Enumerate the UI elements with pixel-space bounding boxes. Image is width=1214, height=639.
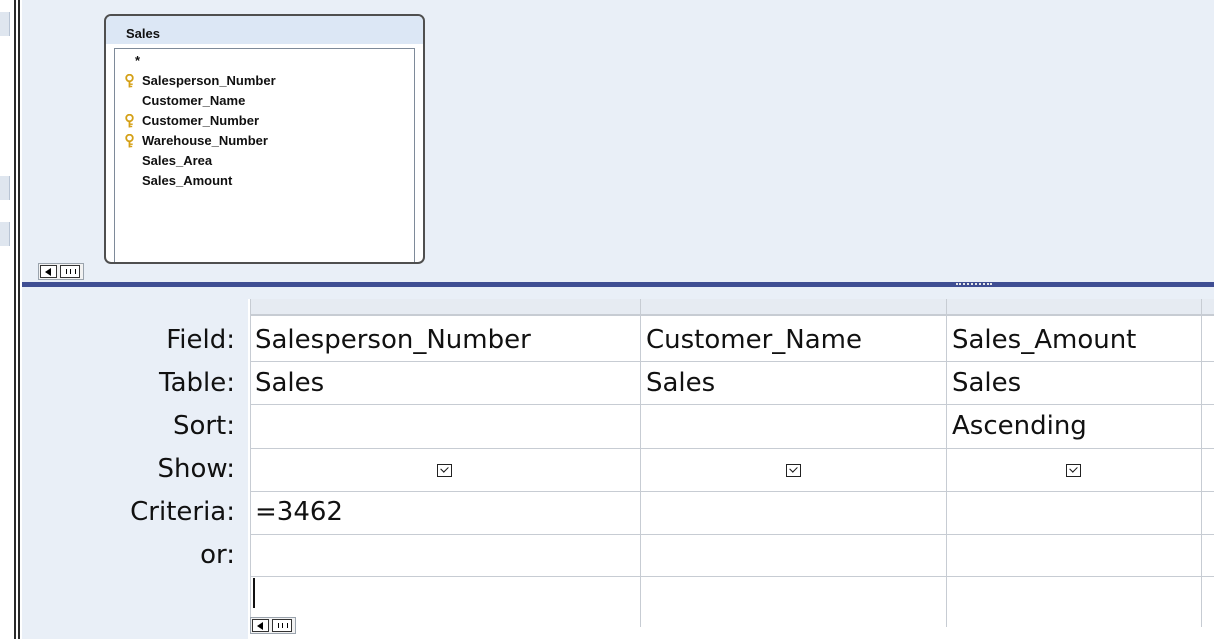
field-list-title[interactable]: Sales — [106, 16, 423, 44]
field-list-item-label: Salesperson_Number — [142, 73, 276, 88]
show-checkbox-2[interactable] — [786, 464, 801, 477]
scroll-thumb-grip-icon[interactable] — [60, 265, 80, 278]
show-checkbox-3[interactable] — [1066, 464, 1081, 477]
field-cell-2[interactable]: Customer_Name — [646, 324, 945, 356]
scroll-left-arrow-icon[interactable] — [40, 265, 57, 278]
column-selector[interactable] — [1202, 299, 1214, 315]
window-border — [14, 0, 16, 639]
field-list-item-label: Customer_Name — [142, 93, 246, 108]
grid-line — [250, 448, 1214, 449]
column-selector[interactable] — [947, 299, 1201, 315]
table-pane: Sales * Salesperson_Number Customer_Name… — [22, 0, 1214, 282]
nav-pane-tab[interactable] — [0, 12, 10, 36]
text-caret — [253, 578, 255, 608]
column-selector[interactable] — [250, 299, 640, 315]
criteria-cell-3[interactable] — [952, 496, 1200, 528]
design-grid-pane: Field: Table: Sort: Show: Criteria: or: … — [22, 287, 1214, 639]
scroll-thumb-grip-icon[interactable] — [272, 619, 292, 632]
row-label-show: Show: — [157, 454, 236, 484]
grid-line — [250, 491, 1214, 492]
grid-line — [250, 404, 1214, 405]
grid-line — [250, 315, 1214, 316]
grid-line — [250, 299, 251, 627]
nav-pane-tab[interactable] — [0, 222, 10, 246]
grid-line — [250, 361, 1214, 362]
field-list-item-salesperson-number[interactable]: Salesperson_Number — [121, 71, 414, 91]
grid-line — [640, 299, 641, 627]
field-list-item-sales-area[interactable]: Sales_Area — [121, 151, 414, 171]
field-list-item-label: Sales_Area — [142, 153, 213, 168]
sales-table-field-list[interactable]: Sales * Salesperson_Number Customer_Name… — [104, 14, 425, 264]
design-grid-horizontal-scrollbar[interactable] — [250, 617, 296, 634]
scroll-left-arrow-icon[interactable] — [252, 619, 269, 632]
or-cell-1[interactable] — [255, 539, 639, 571]
window-border — [18, 0, 20, 639]
nav-pane-tab[interactable] — [0, 176, 10, 200]
criteria-cell-2[interactable] — [646, 496, 945, 528]
sort-cell-1[interactable] — [255, 410, 639, 442]
grid-line — [1201, 299, 1202, 627]
grid-line — [250, 576, 1214, 577]
table-cell-1[interactable]: Sales — [255, 367, 639, 399]
table-pane-horizontal-scrollbar[interactable] — [38, 263, 84, 280]
criteria-cell-1[interactable]: =3462 — [255, 496, 639, 528]
grid-line — [250, 534, 1214, 535]
grid-line — [946, 299, 947, 627]
table-cell-2[interactable]: Sales — [646, 367, 945, 399]
row-label-table: Table: — [159, 368, 235, 398]
field-cell-1[interactable]: Salesperson_Number — [255, 324, 639, 356]
field-list-item-warehouse-number[interactable]: Warehouse_Number — [121, 131, 414, 151]
key-icon — [125, 74, 134, 88]
field-list-item-customer-number[interactable]: Customer_Number — [121, 111, 414, 131]
field-list-item-customer-name[interactable]: Customer_Name — [121, 91, 414, 111]
key-icon — [125, 114, 134, 128]
field-list-item-all[interactable]: * — [121, 51, 414, 71]
table-cell-3[interactable]: Sales — [952, 367, 1200, 399]
or-cell-3[interactable] — [952, 539, 1200, 571]
field-cell-3[interactable]: Sales_Amount — [952, 324, 1200, 356]
row-label-or: or: — [200, 540, 235, 570]
sort-cell-3[interactable]: Ascending — [952, 410, 1200, 442]
field-list-item-label: Sales_Amount — [142, 173, 233, 188]
sort-cell-2[interactable] — [646, 410, 945, 442]
column-selector[interactable] — [641, 299, 946, 315]
row-label-field: Field: — [166, 325, 235, 355]
field-list-item-label: Customer_Number — [142, 113, 260, 128]
splitter-grip-icon[interactable] — [956, 283, 992, 286]
row-label-criteria: Criteria: — [130, 497, 235, 527]
field-list-item-label: Warehouse_Number — [142, 133, 268, 148]
key-icon — [125, 134, 134, 148]
window-left-edge — [0, 0, 22, 639]
field-list-item-label: * — [135, 53, 141, 68]
row-label-sort: Sort: — [172, 411, 235, 441]
field-list-body: * Salesperson_Number Customer_Name Custo… — [114, 48, 415, 262]
show-checkbox-1[interactable] — [437, 464, 452, 477]
field-list-item-sales-amount[interactable]: Sales_Amount — [121, 171, 414, 191]
or-cell-2[interactable] — [646, 539, 945, 571]
